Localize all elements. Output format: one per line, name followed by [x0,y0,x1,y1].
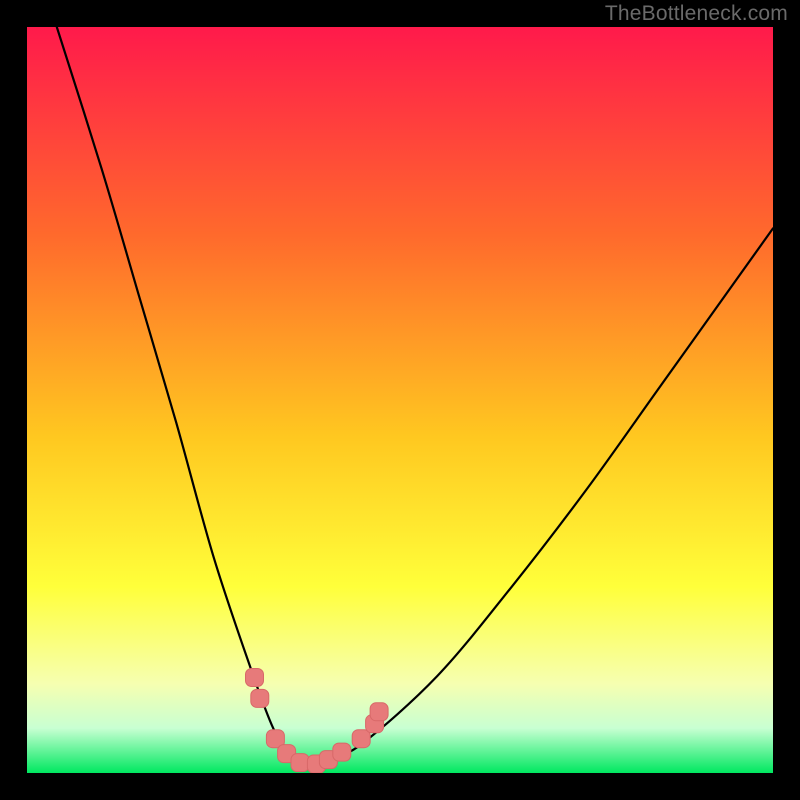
plot-background [27,27,773,773]
curve-marker [333,743,351,761]
watermark-text: TheBottleneck.com [605,2,788,26]
chart-frame: TheBottleneck.com [0,0,800,800]
curve-marker [246,669,264,687]
bottleneck-chart [27,27,773,773]
curve-marker [291,754,309,772]
curve-marker [370,703,388,721]
curve-marker [251,689,269,707]
curve-marker [352,730,370,748]
